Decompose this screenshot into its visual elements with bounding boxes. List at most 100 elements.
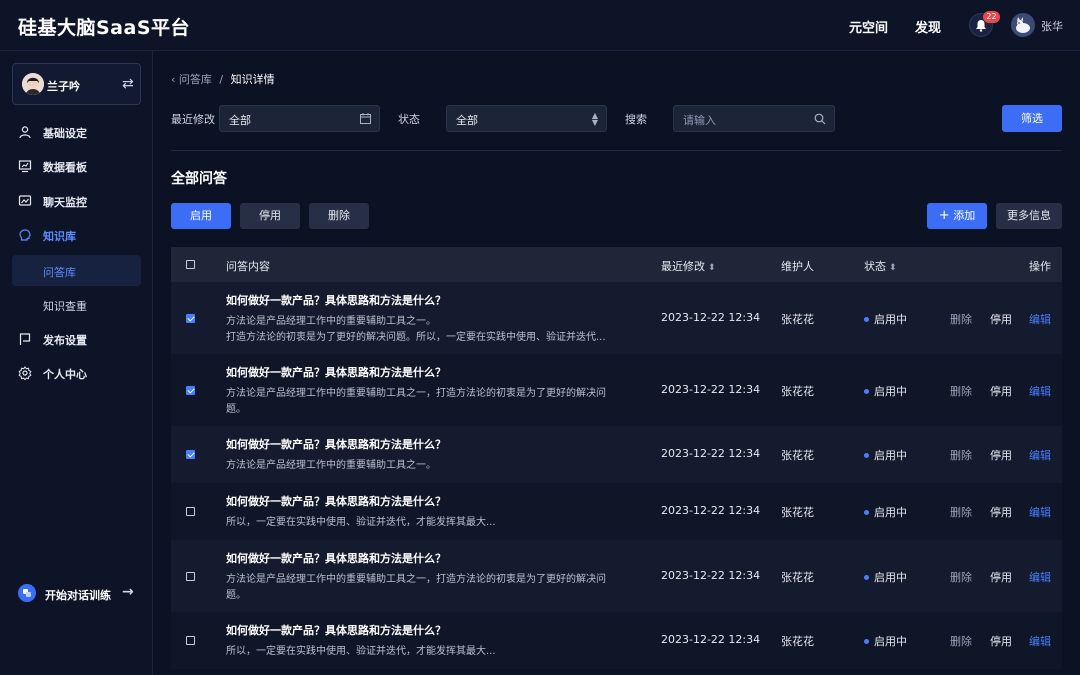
- row-checkbox[interactable]: [186, 386, 195, 395]
- search-input[interactable]: 请输入: [673, 105, 835, 132]
- sidebar-item-basic-settings[interactable]: 基础设定: [12, 117, 141, 147]
- table-row: 如何做好一款产品？具体思路和方法是什么？ 方法论是产品经理工作中的重要辅助工具之…: [171, 426, 1062, 483]
- row-edit-link[interactable]: 编辑: [1029, 383, 1051, 399]
- row-disable-link[interactable]: 停用: [990, 383, 1012, 399]
- sidebar-item-dashboard[interactable]: 数据看板: [12, 151, 141, 181]
- status-dot-icon: [864, 574, 869, 580]
- table-row: 如何做好一款产品？具体思路和方法是什么？ 方法论是产品经理工作中的重要辅助工具之…: [171, 282, 1062, 354]
- nav-discover[interactable]: 发现: [915, 17, 941, 36]
- chart-icon: [18, 160, 32, 173]
- row-edit-link[interactable]: 编辑: [1029, 569, 1051, 585]
- sidebar-item-label: 知识库: [43, 230, 76, 243]
- enable-button[interactable]: 启用: [171, 203, 231, 229]
- sidebar-item-chat-monitor[interactable]: 聊天监控: [12, 186, 141, 216]
- header-status[interactable]: 状态 ⬍: [864, 258, 897, 274]
- date-filter-value: 全部: [229, 114, 251, 127]
- sidebar-item-qa-library[interactable]: 问答库: [12, 255, 141, 286]
- header-content: 问答内容: [226, 260, 270, 273]
- row-checkbox[interactable]: [186, 314, 195, 323]
- header-status-label: 状态: [864, 260, 886, 273]
- search-icon[interactable]: [814, 111, 826, 128]
- row-disable-link[interactable]: 停用: [990, 447, 1012, 463]
- header-actions: 操作: [1029, 260, 1051, 273]
- row-checkbox[interactable]: [186, 450, 195, 459]
- sidebar-item-label: 数据看板: [43, 161, 87, 174]
- status-badge: 启用中: [864, 383, 907, 399]
- swap-icon[interactable]: ⇄: [122, 76, 134, 92]
- question-title: 如何做好一款产品？具体思路和方法是什么？: [226, 294, 446, 307]
- gear-icon: [18, 366, 32, 380]
- row-edit-link[interactable]: 编辑: [1029, 447, 1051, 463]
- sidebar-item-label: 问答库: [43, 266, 76, 279]
- sort-icon: ⬍: [889, 263, 897, 273]
- delete-button[interactable]: 删除: [309, 203, 369, 229]
- question-desc-line2: 题。: [226, 404, 246, 415]
- row-disable-link[interactable]: 停用: [990, 504, 1012, 520]
- more-info-button[interactable]: 更多信息: [996, 203, 1062, 229]
- nav-metaspace[interactable]: 元空间: [849, 17, 888, 36]
- row-checkbox[interactable]: [186, 636, 195, 645]
- sidebar-item-personal-center[interactable]: 个人中心: [12, 358, 141, 388]
- chevron-left-icon[interactable]: ‹: [171, 73, 175, 86]
- status-label: 启用中: [874, 313, 907, 326]
- row-edit-link[interactable]: 编辑: [1029, 504, 1051, 520]
- search-placeholder: 请输入: [683, 114, 716, 127]
- user-avatar[interactable]: [1011, 13, 1035, 37]
- flag-icon: [19, 333, 31, 345]
- select-all-checkbox[interactable]: [186, 260, 195, 269]
- modified-date: 2023-12-22 12:34: [661, 311, 761, 324]
- divider: [171, 150, 1062, 151]
- row-checkbox[interactable]: [186, 507, 195, 516]
- sort-caret-icon: ▲ ▼: [591, 111, 598, 127]
- date-filter-field[interactable]: 全部: [219, 105, 380, 132]
- question-title: 如何做好一款产品？具体思路和方法是什么？: [226, 495, 446, 508]
- row-checkbox[interactable]: [186, 572, 195, 581]
- sidebar-item-knowledge-dedupe[interactable]: 知识查重: [12, 289, 141, 320]
- question-title: 如何做好一款产品？具体思路和方法是什么？: [226, 552, 446, 565]
- question-desc-line2: 题。: [226, 590, 246, 601]
- monitor-icon: [18, 195, 32, 206]
- table-header: 问答内容 最近修改 ⬍ 维护人 状态 ⬍ 操作: [171, 247, 1062, 282]
- maintainer: 张花花: [781, 506, 814, 519]
- breadcrumb-separator: /: [219, 73, 224, 86]
- disable-button[interactable]: 停用: [240, 203, 300, 229]
- profile-card[interactable]: 兰子吟 ⇄: [12, 63, 141, 105]
- section-title: 全部问答: [171, 171, 227, 187]
- add-button[interactable]: + 添加: [927, 203, 987, 229]
- status-badge: 启用中: [864, 447, 907, 463]
- filter-button[interactable]: 筛选: [1002, 105, 1062, 132]
- maintainer: 张花花: [781, 449, 814, 462]
- profile-name: 兰子吟: [47, 80, 80, 93]
- row-delete-link[interactable]: 删除: [950, 504, 972, 520]
- user-icon: [19, 126, 31, 139]
- row-delete-link[interactable]: 删除: [950, 633, 972, 649]
- row-edit-link[interactable]: 编辑: [1029, 311, 1051, 327]
- brain-icon: [19, 229, 31, 241]
- status-dot-icon: [864, 509, 869, 515]
- row-delete-link[interactable]: 删除: [950, 383, 972, 399]
- top-bar: 硅基大脑SaaS平台 元空间 发现 22 张华: [0, 0, 1080, 51]
- row-delete-link[interactable]: 删除: [950, 311, 972, 327]
- row-disable-link[interactable]: 停用: [990, 569, 1012, 585]
- sidebar-item-knowledge-base[interactable]: 知识库: [12, 220, 141, 250]
- breadcrumb: ‹ 问答库 / 知识详情: [171, 71, 275, 87]
- status-label: 启用中: [874, 449, 907, 462]
- breadcrumb-parent[interactable]: 问答库: [179, 73, 212, 86]
- question-title: 如何做好一款产品？具体思路和方法是什么？: [226, 624, 446, 637]
- plus-icon: +: [938, 208, 950, 223]
- status-label: 启用中: [874, 506, 907, 519]
- row-disable-link[interactable]: 停用: [990, 311, 1012, 327]
- sidebar-item-publish-settings[interactable]: 发布设置: [12, 324, 141, 354]
- row-disable-link[interactable]: 停用: [990, 633, 1012, 649]
- status-badge: 启用中: [864, 569, 907, 585]
- row-edit-link[interactable]: 编辑: [1029, 633, 1051, 649]
- status-filter-select[interactable]: 全部 ▲ ▼: [446, 105, 607, 132]
- row-delete-link[interactable]: 删除: [950, 569, 972, 585]
- row-delete-link[interactable]: 删除: [950, 447, 972, 463]
- status-badge: 启用中: [864, 633, 907, 649]
- status-label: 启用中: [874, 571, 907, 584]
- status-filter-value: 全部: [456, 114, 478, 127]
- question-desc-line1: 方法论是产品经理工作中的重要辅助工具之一，打造方法论的初衷是为了更好的解决问: [226, 574, 606, 585]
- header-modified[interactable]: 最近修改 ⬍: [661, 258, 716, 274]
- start-training-button[interactable]: 开始对话训练 →: [18, 584, 138, 604]
